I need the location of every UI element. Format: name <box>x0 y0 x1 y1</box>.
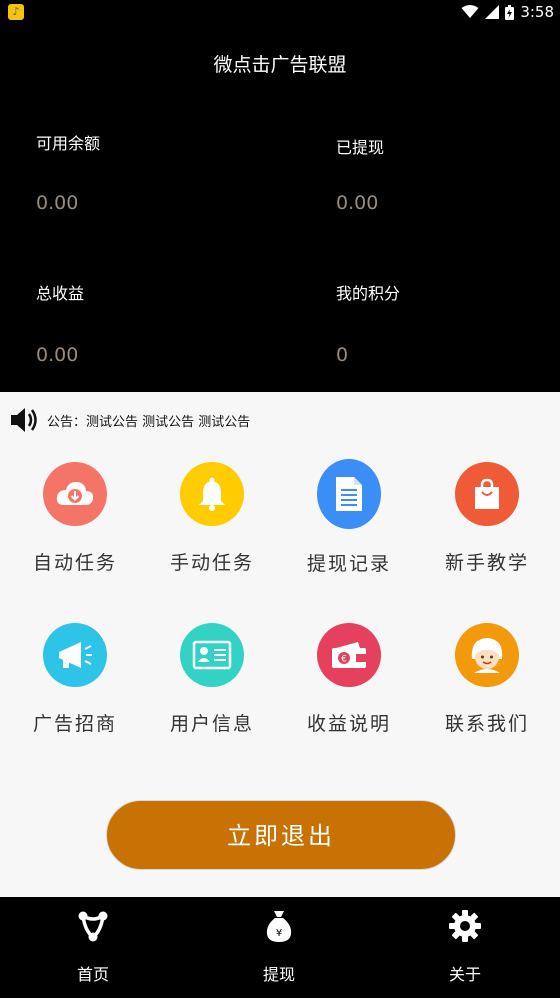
menu-contact-us[interactable]: 联系我们 <box>417 623 557 736</box>
wifi-icon <box>461 5 479 18</box>
svg-text:¥: ¥ <box>276 928 282 939</box>
stat-value: 0.00 <box>336 192 379 214</box>
battery-icon <box>505 4 515 20</box>
balance-panel: 微点击广告联盟 可用余额 0.00 已提现 0.00 总收益 0.00 我的积分… <box>0 24 560 392</box>
menu-ad-recruitment[interactable]: 广告招商 <box>5 623 145 736</box>
stat-label: 我的积分 <box>336 284 401 303</box>
status-bar: ♪ 3:58 <box>0 0 560 24</box>
app-title: 微点击广告联盟 <box>213 54 347 76</box>
stat-my-points: 我的积分 0 <box>336 280 400 366</box>
menu-label: 提现记录 <box>306 553 391 575</box>
stat-total-income: 总收益 0.00 <box>36 280 84 366</box>
home-hub-icon <box>78 911 108 942</box>
menu-user-info[interactable]: 用户信息 <box>142 623 282 736</box>
menu-beginner-guide[interactable]: 新手教学 <box>417 462 557 575</box>
id-card-icon <box>180 623 244 687</box>
logout-button[interactable]: 立即退出 <box>106 800 456 870</box>
notification-icon: ♪ <box>8 4 24 20</box>
nav-label: 首页 <box>76 965 109 984</box>
support-agent-icon <box>455 623 519 687</box>
status-indicators: 3:58 <box>461 2 554 22</box>
cloud-download-icon <box>43 462 107 526</box>
stat-value: 0.00 <box>36 192 79 214</box>
bell-icon <box>180 462 244 526</box>
stat-label: 总收益 <box>36 284 85 303</box>
speaker-icon <box>11 408 37 432</box>
nav-withdraw[interactable]: ¥ 提现 <box>186 897 372 998</box>
stat-label: 已提现 <box>336 138 385 157</box>
announcement-text: 公告：测试公告 测试公告 测试公告 <box>47 415 251 430</box>
nav-about[interactable]: 关于 <box>372 897 558 998</box>
menu-label: 新手教学 <box>444 552 529 574</box>
shopping-bag-icon <box>455 462 519 526</box>
megaphone-icon <box>43 623 107 687</box>
nav-label: 关于 <box>448 965 481 984</box>
bottom-nav: 首页 ¥ 提现 关于 <box>0 897 560 998</box>
stat-value: 0.00 <box>36 344 79 366</box>
stat-label: 可用余额 <box>36 134 101 153</box>
signal-icon <box>485 5 500 19</box>
menu-withdraw-records[interactable]: 提现记录 <box>279 459 419 576</box>
nav-label: 提现 <box>262 965 295 984</box>
menu-label: 收益说明 <box>306 713 391 735</box>
menu-auto-task[interactable]: 自动任务 <box>5 462 145 575</box>
stat-value: 0 <box>336 344 349 366</box>
menu-label: 自动任务 <box>32 552 117 574</box>
menu-label: 广告招商 <box>32 713 117 735</box>
status-time: 3:58 <box>520 3 554 21</box>
menu-label: 手动任务 <box>169 552 254 574</box>
announcement-bar: 公告：测试公告 测试公告 测试公告 <box>0 392 560 448</box>
stat-available-balance: 可用余额 0.00 <box>36 130 100 214</box>
stat-withdrawn: 已提现 0.00 <box>336 134 384 214</box>
money-bag-icon: ¥ <box>266 911 292 942</box>
menu-manual-task[interactable]: 手动任务 <box>142 462 282 575</box>
document-icon <box>317 459 381 529</box>
nav-home[interactable]: 首页 <box>0 897 186 998</box>
menu-label: 联系我们 <box>444 713 529 735</box>
svg-text:€: € <box>341 655 347 665</box>
menu-income-explanation[interactable]: € 收益说明 <box>279 623 419 736</box>
gear-icon <box>449 910 481 942</box>
menu-label: 用户信息 <box>169 713 254 735</box>
wallet-icon: € <box>317 623 381 687</box>
